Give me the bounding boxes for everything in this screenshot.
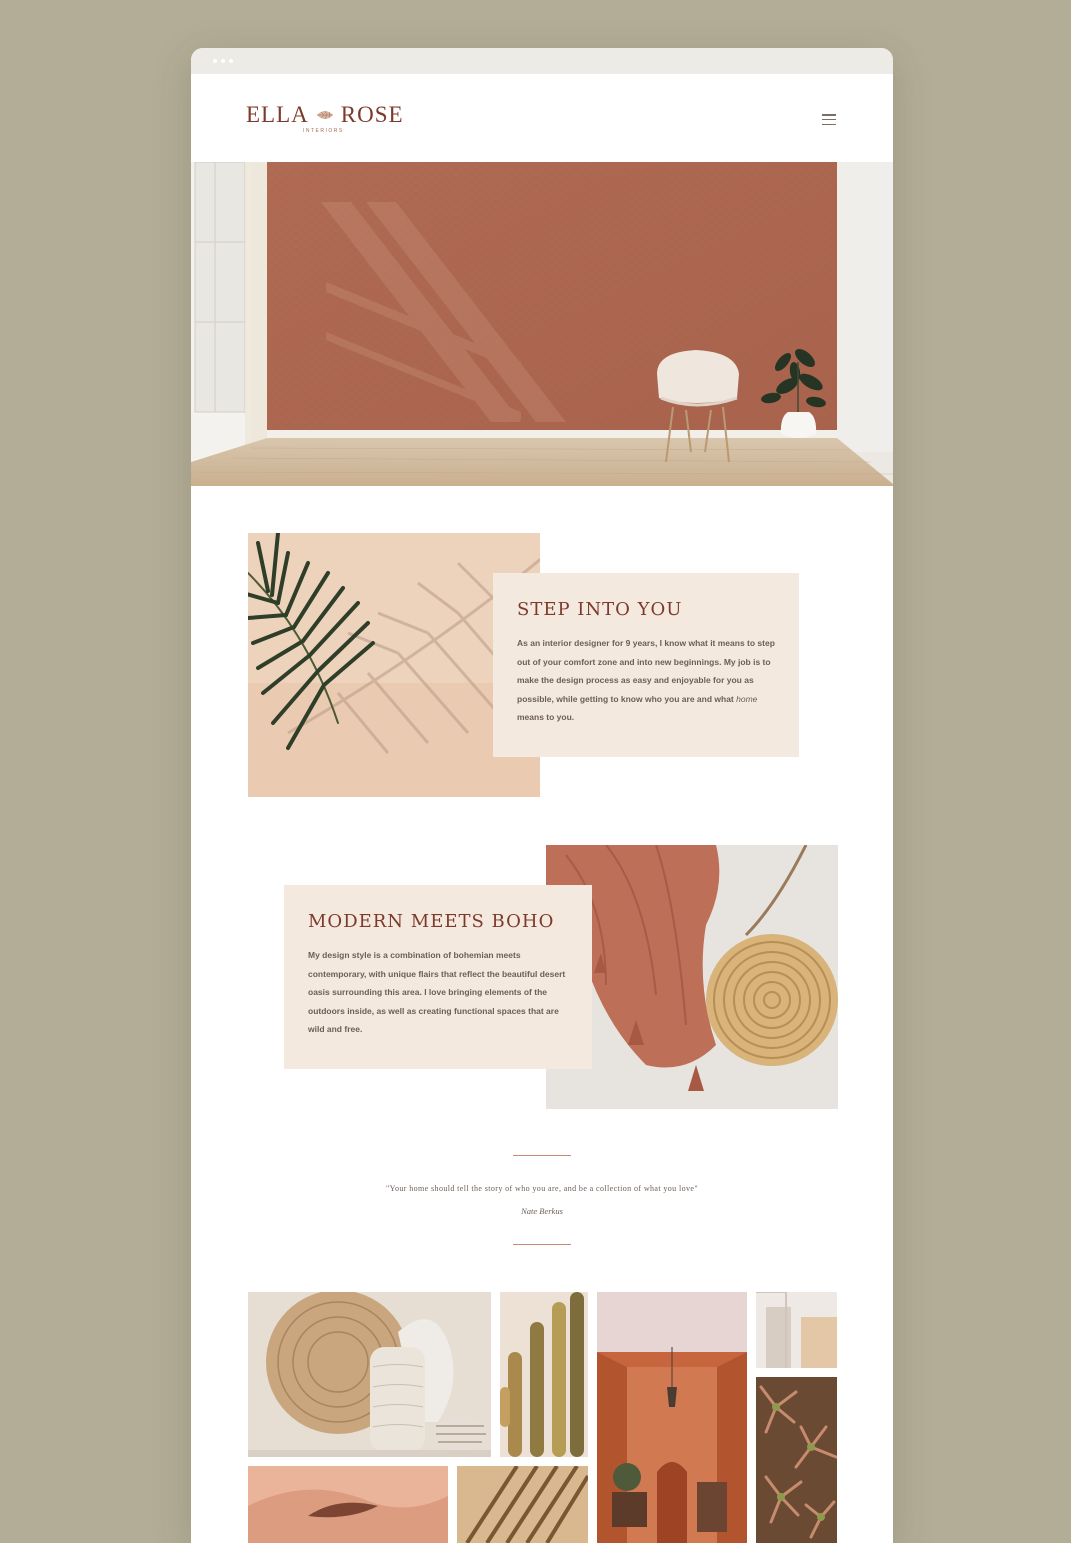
feature-text: My design style is a combination of bohe… — [308, 950, 566, 1034]
window-dot[interactable] — [221, 59, 225, 63]
hamburger-menu-icon[interactable] — [822, 114, 836, 125]
hero-image — [191, 162, 893, 486]
logo-text-right: ROSE — [340, 102, 404, 127]
quote-text: "Your home should tell the story of who … — [385, 1184, 699, 1193]
gallery-image-sand-dunes[interactable] — [248, 1466, 448, 1543]
gallery-image-succulent[interactable] — [756, 1377, 837, 1543]
feature-title: MODERN MEETS BOHO — [308, 911, 555, 932]
browser-window: ELLA ROSE INTERIORS STEP INTO YOU As an … — [191, 48, 893, 1543]
leaf-icon — [316, 110, 333, 120]
feature-title: STEP INTO YOU — [517, 599, 683, 620]
feature-card-modern-meets-boho: MODERN MEETS BOHO My design style is a c… — [284, 885, 592, 1069]
gallery-image-vases[interactable] — [248, 1292, 491, 1457]
gallery-image-moroccan-room[interactable] — [597, 1292, 747, 1543]
site-logo[interactable]: ELLA ROSE INTERIORS — [246, 102, 404, 134]
logo-subtitle: INTERIORS — [303, 128, 344, 134]
feature-card-step-into-you: STEP INTO YOU As an interior designer fo… — [493, 573, 799, 757]
gallery-image-cactus[interactable] — [500, 1292, 588, 1457]
divider-top — [513, 1155, 571, 1156]
logo-text-left: ELLA — [246, 102, 309, 127]
window-dot[interactable] — [213, 59, 217, 63]
browser-chrome — [191, 48, 893, 74]
quote-author: Nate Berkus — [521, 1206, 563, 1216]
divider-bottom — [513, 1244, 571, 1245]
site-header: ELLA ROSE INTERIORS — [191, 74, 893, 162]
window-dot[interactable] — [229, 59, 233, 63]
gallery-image-palm-shadow[interactable] — [457, 1466, 588, 1543]
gallery-image-bedding[interactable] — [756, 1292, 837, 1368]
feature-text: As an interior designer for 9 years, I k… — [517, 638, 775, 722]
